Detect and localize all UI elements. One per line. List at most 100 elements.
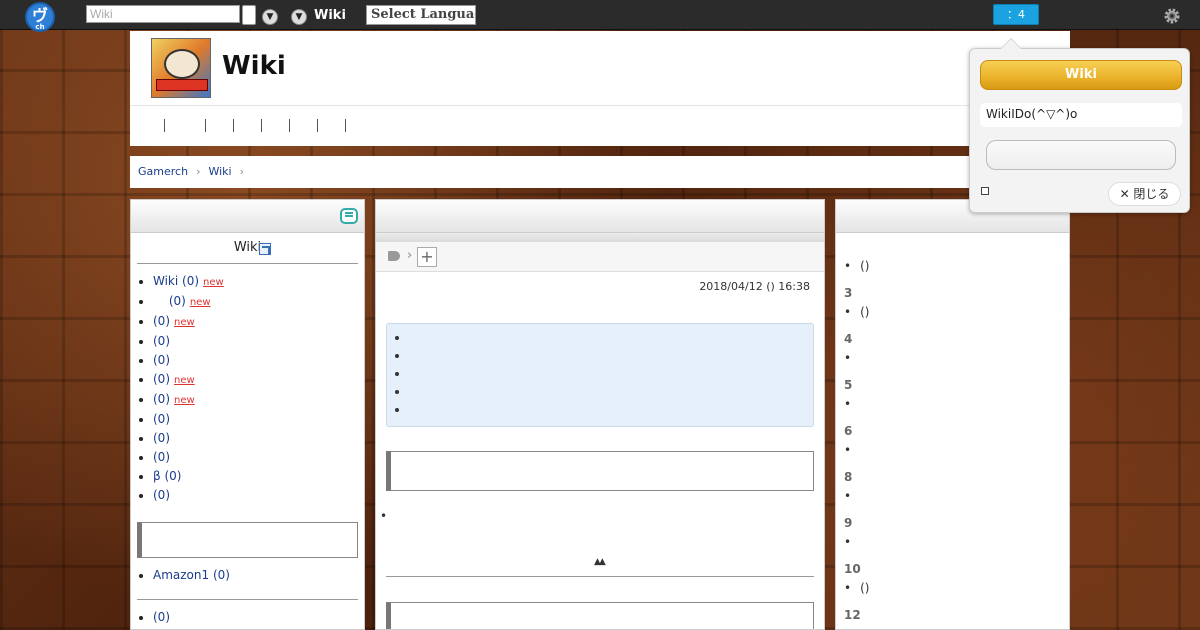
sidebar-item[interactable]: (0) xyxy=(153,486,364,505)
sidebar-item[interactable]: (0)new xyxy=(153,312,364,332)
section-heading xyxy=(386,602,814,629)
toc-item[interactable] xyxy=(395,384,813,402)
ranking-number: 12 xyxy=(844,608,861,622)
toc-item[interactable] xyxy=(395,402,813,420)
ranking-item[interactable] xyxy=(844,441,1069,460)
sidebar-item-link[interactable]: (0) xyxy=(153,610,170,624)
new-badge: new xyxy=(203,277,224,288)
nav-separator xyxy=(205,119,206,132)
sidebar-item-link[interactable]: (0) xyxy=(153,294,186,308)
breadcrumb-separator: › xyxy=(196,165,201,178)
site-title[interactable]: Wiki xyxy=(222,51,286,81)
new-badge: new xyxy=(189,297,211,308)
language-select[interactable]: Select Language xyxy=(366,5,476,25)
sidebar-item[interactable]: (0) xyxy=(153,429,364,448)
left-sidebar-header xyxy=(131,200,364,233)
header-divider xyxy=(130,105,1070,106)
new-badge: new xyxy=(174,375,195,386)
search-input[interactable] xyxy=(86,5,240,23)
gamerch-logo-icon[interactable]: ヴ ch xyxy=(25,2,55,32)
sidebar-item[interactable]: (0) xyxy=(153,410,364,429)
sidebar-item[interactable]: (0)new xyxy=(153,390,364,410)
chat-icon[interactable] xyxy=(340,208,358,224)
sidebar-item[interactable]: (0) xyxy=(153,448,364,467)
sidebar-item-link[interactable]: Wiki (0) xyxy=(153,274,199,288)
popup-input[interactable] xyxy=(986,140,1176,170)
tag-toolbar: › + xyxy=(376,242,824,272)
ranking-number: 4 xyxy=(844,332,853,346)
breadcrumb-separator: › xyxy=(239,165,244,178)
sidebar-item-link[interactable]: (0) xyxy=(153,488,170,502)
toc-item[interactable] xyxy=(395,330,813,348)
left-menu-list-2: Amazon1 (0) xyxy=(131,558,364,585)
ranking-item[interactable]: () xyxy=(844,257,1069,276)
top-bar: ヴ ch ▼ ▼ Wiki Select Language ：4 xyxy=(0,0,1200,32)
left-sidebar: Wiki Wiki (0)new (0)new(0)new(0)(0)(0)ne… xyxy=(130,199,365,630)
left-menu-list-3: (0) xyxy=(131,600,364,627)
popup-arrow xyxy=(1000,38,1022,49)
tag-icon xyxy=(388,251,400,261)
sidebar-item-link[interactable]: (0) xyxy=(153,450,170,464)
left-sidebar-title: Wiki xyxy=(131,233,364,263)
logo-character-face xyxy=(164,49,200,79)
ranking-item[interactable] xyxy=(844,625,1069,629)
chevron-right-icon: › xyxy=(407,248,413,263)
chevron-down-icon[interactable]: ▼ xyxy=(262,9,278,25)
sidebar-item-link[interactable]: Amazon1 (0) xyxy=(153,568,230,582)
sidebar-item[interactable]: β (0) xyxy=(153,467,364,486)
sidebar-item[interactable]: (0) xyxy=(153,332,364,351)
close-button[interactable]: ✕ 閉じる xyxy=(1108,182,1181,206)
dont-show-checkbox[interactable] xyxy=(981,187,989,195)
updated-timestamp: 2018/04/12 () 16:38 xyxy=(699,280,810,293)
sidebar-item[interactable]: (0) xyxy=(153,351,364,370)
toc-item[interactable] xyxy=(395,348,813,366)
nav-separator xyxy=(164,119,165,132)
ranking-item[interactable]: () xyxy=(844,303,1069,322)
sidebar-item-link[interactable]: (0) xyxy=(153,392,170,406)
ranking-item[interactable] xyxy=(844,349,1069,368)
sidebar-item[interactable]: (0)new xyxy=(153,292,364,312)
sidebar-item[interactable]: (0) new xyxy=(153,370,364,390)
nav-separator xyxy=(345,119,346,132)
sidebar-item-link[interactable]: (0) xyxy=(153,412,170,426)
toc-list xyxy=(395,330,813,420)
popup-message: WikiIDo(^▽^)o xyxy=(980,103,1182,127)
search-button[interactable] xyxy=(242,5,256,25)
gear-icon[interactable] xyxy=(1162,6,1182,26)
section-heading xyxy=(386,451,814,491)
sidebar-item-link[interactable]: β (0) xyxy=(153,469,181,483)
external-link-icon[interactable] xyxy=(259,243,271,255)
left-title-text: Wiki xyxy=(233,240,262,255)
sidebar-item-link[interactable]: (0) xyxy=(153,431,170,445)
login-popup: Wiki WikiIDo(^▽^)o ✕ 閉じる xyxy=(969,38,1190,213)
site-logo-image[interactable] xyxy=(151,38,211,98)
sidebar-item-link[interactable]: (0) xyxy=(153,334,170,348)
ranking-item[interactable]: () xyxy=(844,579,1069,598)
sidebar-item[interactable]: (0) xyxy=(153,608,364,627)
add-tag-button[interactable]: + xyxy=(417,247,437,267)
sidebar-item-link[interactable]: (0) xyxy=(153,353,170,367)
sidebar-item[interactable]: Wiki (0) new xyxy=(153,272,364,292)
wiki-menu-label[interactable]: Wiki xyxy=(314,8,346,23)
page-top-link[interactable]: ▲▲ xyxy=(594,557,606,567)
breadcrumb-wiki[interactable]: Wiki xyxy=(208,165,231,178)
ranking-number: 8 xyxy=(844,470,853,484)
sidebar-item[interactable]: Amazon1 (0) xyxy=(153,566,364,585)
main-header xyxy=(376,200,824,233)
ranking-item[interactable] xyxy=(844,533,1069,552)
ranking-number: 9 xyxy=(844,516,853,530)
right-sidebar: () 3 () 4 5 6 8 9 10 () 12 xyxy=(835,199,1070,630)
wiki-menu-chevron-icon[interactable]: ▼ xyxy=(291,9,307,25)
ranking-item[interactable] xyxy=(844,487,1069,506)
ranking-item[interactable] xyxy=(844,395,1069,414)
toc-item[interactable] xyxy=(395,366,813,384)
wiki-button[interactable]: Wiki xyxy=(980,60,1182,90)
logo-sub-text: ch xyxy=(35,23,45,31)
sidebar-item-link[interactable]: (0) xyxy=(153,372,170,386)
divider xyxy=(386,576,814,577)
breadcrumb-gamerch[interactable]: Gamerch xyxy=(138,165,188,178)
sidebar-item-link[interactable]: (0) xyxy=(153,314,170,328)
breadcrumb: Gamerch › Wiki › xyxy=(130,156,1070,188)
notification-button[interactable]: ：4 xyxy=(993,4,1039,25)
ranking-number: 10 xyxy=(844,562,861,576)
